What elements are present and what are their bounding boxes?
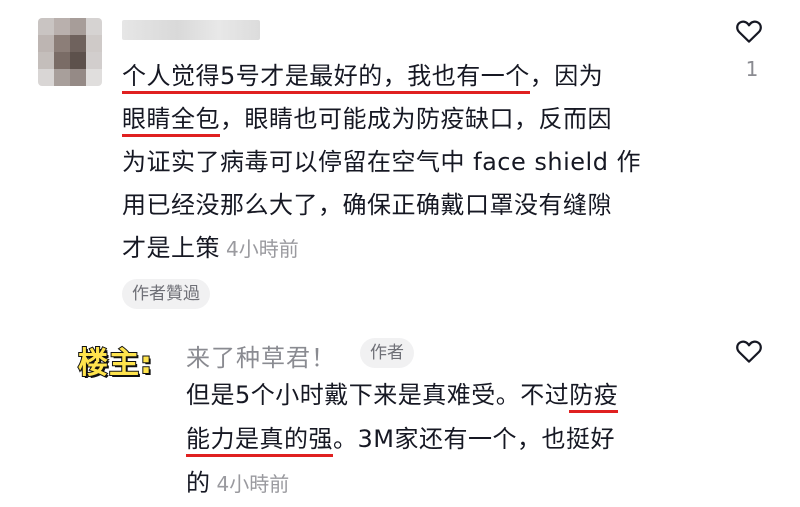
reply-line1: 但是5个小时戴下来是真难受。不过: [186, 381, 570, 409]
reply-line2-tail: 。3M家还有一个，也挺好: [333, 425, 615, 453]
op-label: 楼主:: [77, 345, 153, 382]
comment-timestamp: 4小時前: [226, 237, 299, 261]
comment-highlight-2: 眼睛全包: [122, 105, 220, 137]
comment-line4: 用已经没那么大了，确保正确戴口罩没有缝隙: [122, 191, 612, 219]
reply-heart-outline-icon[interactable]: [734, 336, 764, 366]
comment-highlight-1: 个人觉得5号才是最好的，我也有一个: [122, 62, 530, 94]
heart-outline-icon[interactable]: [734, 16, 764, 46]
comments-panel: 个人觉得5号才是最好的，我也有一个，因为 眼睛全包，眼睛也可能成为防疫缺口，反而…: [0, 0, 800, 507]
reply-text: 但是5个小时戴下来是真难受。不过防疫 能力是真的强。3M家还有一个，也挺好 的4…: [186, 373, 691, 506]
comment-line3: 为证实了病毒可以停留在空气中 face shield 作: [122, 148, 642, 176]
reply-line3: 的: [186, 469, 211, 497]
reply-author-name[interactable]: 来了种草君！: [186, 338, 336, 373]
comment-line1-tail: ，因为: [529, 62, 604, 90]
reply-highlight-2: 能力是真的强: [186, 425, 333, 457]
comment-line2-tail: ，眼睛也可能成为防疫缺口，反而因: [220, 105, 612, 133]
reply-highlight-1: 防疫: [569, 381, 619, 413]
blurred-username[interactable]: [122, 20, 260, 40]
author-badge: 作者: [360, 338, 414, 368]
comment-line5: 才是上策: [122, 234, 220, 262]
comment-text: 个人觉得5号才是最好的，我也有一个，因为 眼睛全包，眼睛也可能成为防疫缺口，反而…: [122, 55, 697, 271]
like-count: 1: [745, 57, 759, 81]
creator-liked-badge: 作者贊過: [122, 279, 210, 309]
reply-timestamp: 4小時前: [216, 472, 290, 496]
user-avatar[interactable]: [38, 18, 102, 86]
